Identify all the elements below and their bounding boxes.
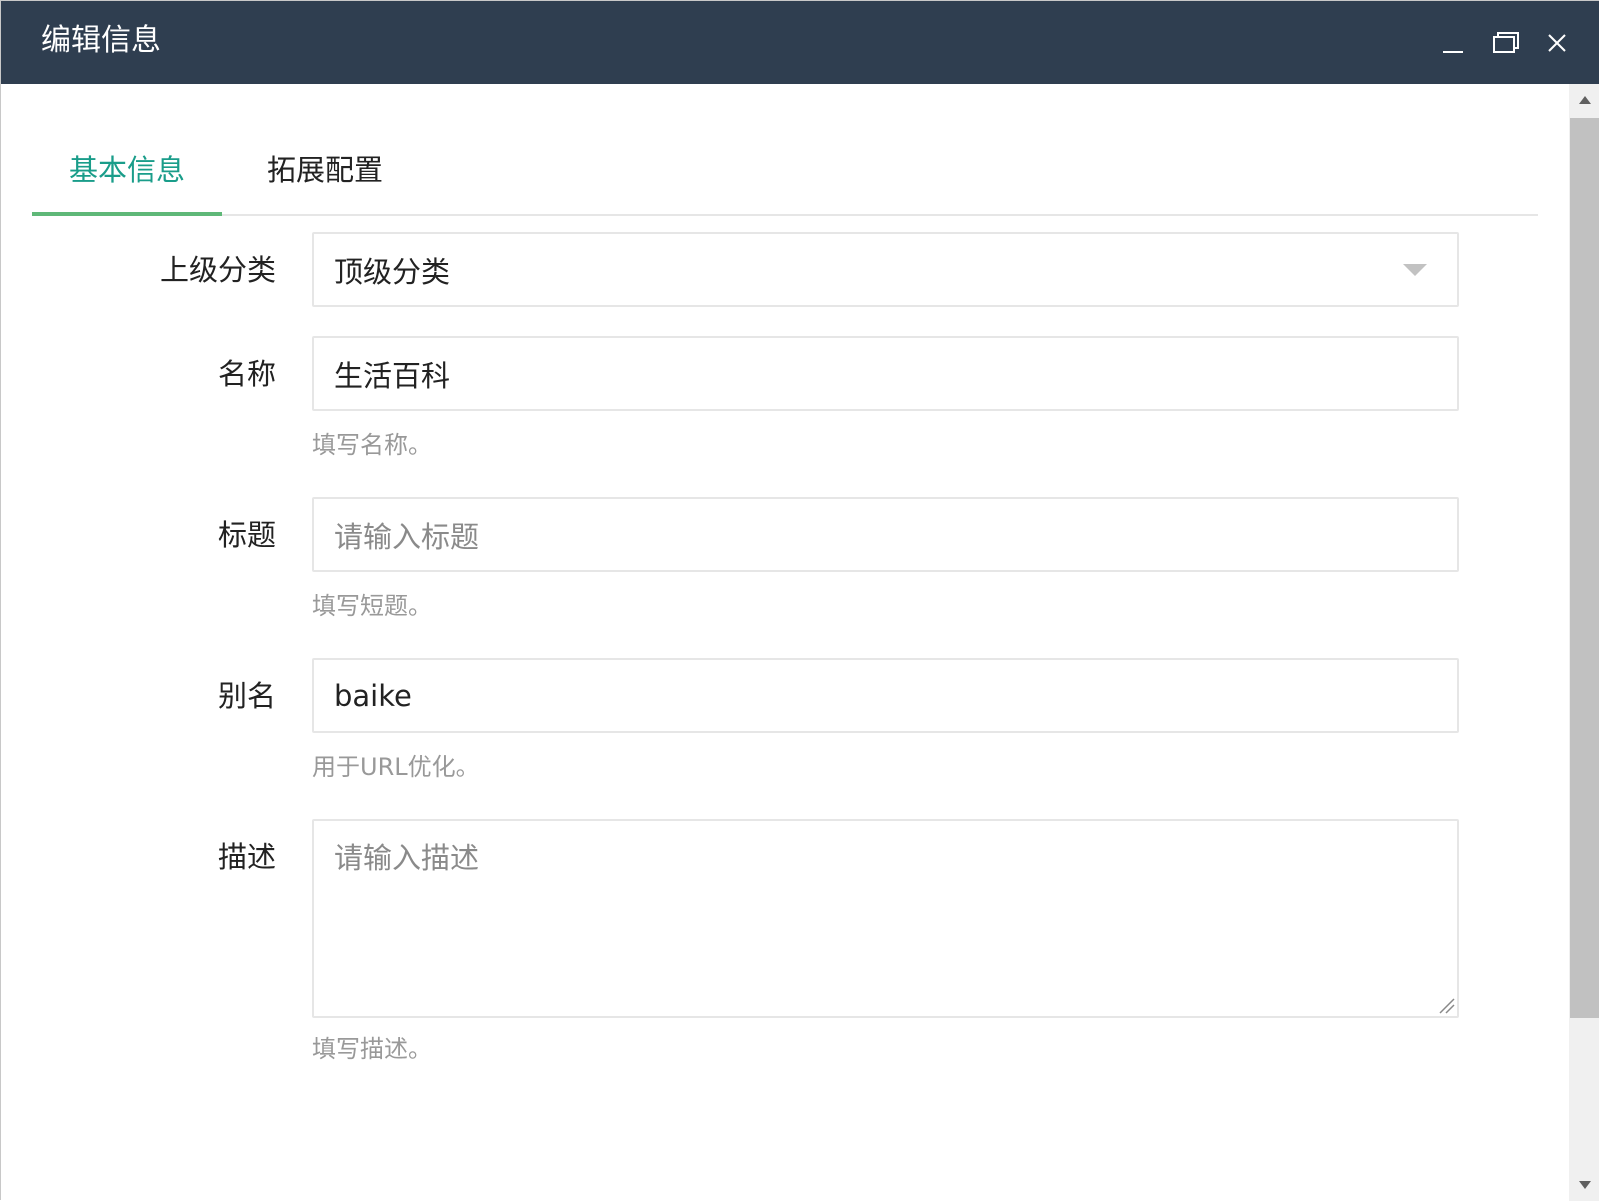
- title-bar[interactable]: 编辑信息: [1, 1, 1599, 84]
- resize-grip-icon[interactable]: [1437, 996, 1455, 1014]
- description-hint: 填写描述。: [312, 1035, 432, 1063]
- scroll-up-button[interactable]: [1569, 84, 1599, 116]
- edit-info-dialog: 编辑信息 基本信息 拓展配置 上级分类 顶级分类 名称 生活百科 填写名称。 标…: [0, 0, 1599, 1201]
- close-button[interactable]: [1536, 22, 1578, 64]
- chevron-down-icon: [1403, 264, 1427, 276]
- tab-extended-config[interactable]: 拓展配置: [255, 150, 395, 214]
- description-placeholder: 请输入描述: [334, 841, 480, 875]
- dialog-content: 基本信息 拓展配置 上级分类 顶级分类 名称 生活百科 填写名称。 标题 请输入…: [1, 84, 1569, 1201]
- title-label: 标题: [217, 518, 276, 552]
- maximize-button[interactable]: [1485, 22, 1527, 64]
- name-label: 名称: [217, 357, 276, 391]
- parent-category-label: 上级分类: [159, 253, 276, 287]
- name-hint: 填写名称。: [312, 431, 432, 459]
- alias-value: baike: [334, 678, 412, 713]
- name-input[interactable]: 生活百科: [312, 336, 1459, 411]
- parent-category-value: 顶级分类: [334, 254, 451, 289]
- parent-category-select[interactable]: 顶级分类: [312, 232, 1459, 307]
- scroll-down-button[interactable]: [1569, 1169, 1599, 1201]
- arrow-down-icon: [1578, 1181, 1591, 1189]
- title-placeholder: 请输入标题: [334, 519, 480, 554]
- alias-hint: 用于URL优化。: [312, 753, 480, 781]
- tab-bar: 基本信息 拓展配置: [32, 84, 1538, 216]
- dialog-title: 编辑信息: [41, 23, 161, 58]
- restore-icon: [1493, 32, 1519, 53]
- alias-input[interactable]: baike: [312, 658, 1459, 733]
- close-icon: [1548, 34, 1566, 52]
- description-textarea[interactable]: 请输入描述: [312, 819, 1459, 1018]
- title-input[interactable]: 请输入标题: [312, 497, 1459, 572]
- tab-basic-info[interactable]: 基本信息: [32, 150, 222, 216]
- name-value: 生活百科: [334, 358, 451, 393]
- minimize-button[interactable]: [1432, 22, 1474, 64]
- minimize-icon: [1443, 51, 1463, 53]
- title-hint: 填写短题。: [312, 592, 432, 620]
- arrow-up-icon: [1578, 96, 1591, 104]
- scroll-thumb[interactable]: [1570, 118, 1599, 1018]
- vertical-scrollbar[interactable]: [1569, 84, 1599, 1201]
- description-label: 描述: [217, 840, 276, 874]
- alias-label: 别名: [217, 679, 276, 713]
